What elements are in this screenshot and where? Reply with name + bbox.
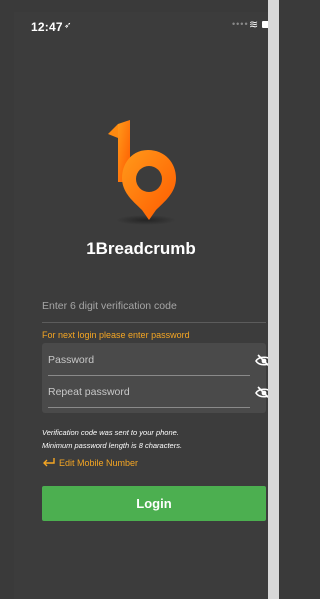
login-button[interactable]: Login: [42, 486, 266, 521]
left-edge: [0, 0, 14, 599]
password-row: [48, 347, 250, 376]
eye-off-icon[interactable]: [255, 386, 268, 400]
repeat-password-input[interactable]: [48, 379, 228, 405]
app-name: 1Breadcrumb: [86, 239, 196, 258]
app-logo-icon: [108, 120, 176, 225]
eye-off-icon[interactable]: [255, 354, 268, 368]
verification-code-field: [42, 292, 266, 323]
status-bar: 12:47 ➶ •••• ≋: [14, 12, 268, 38]
edit-mobile-link[interactable]: Edit Mobile Number: [42, 457, 138, 471]
status-time: 12:47: [31, 20, 63, 34]
app-frame: 12:47 ➶ •••• ≋ 1Breadcrumb Enter 6 digit…: [0, 0, 279, 599]
info-code-sent: Verification code was sent to your phone…: [42, 428, 179, 437]
password-panel: [42, 343, 268, 413]
location-icon: ➶: [64, 20, 72, 30]
password-hint: For next login please enter password: [42, 330, 190, 340]
info-password-length: Minimum password length is 8 characters.: [42, 441, 183, 450]
repeat-password-row: [48, 379, 250, 408]
login-screen: 12:47 ➶ •••• ≋ 1Breadcrumb Enter 6 digit…: [14, 12, 268, 599]
right-edge: [268, 0, 279, 599]
password-input[interactable]: [48, 347, 228, 373]
wifi-icon: ≋: [249, 19, 259, 31]
return-arrow-icon: [43, 458, 55, 467]
signal-dots-icon: ••••: [232, 19, 249, 29]
edit-mobile-label: Edit Mobile Number: [59, 458, 139, 468]
verification-code-input[interactable]: [42, 292, 266, 320]
